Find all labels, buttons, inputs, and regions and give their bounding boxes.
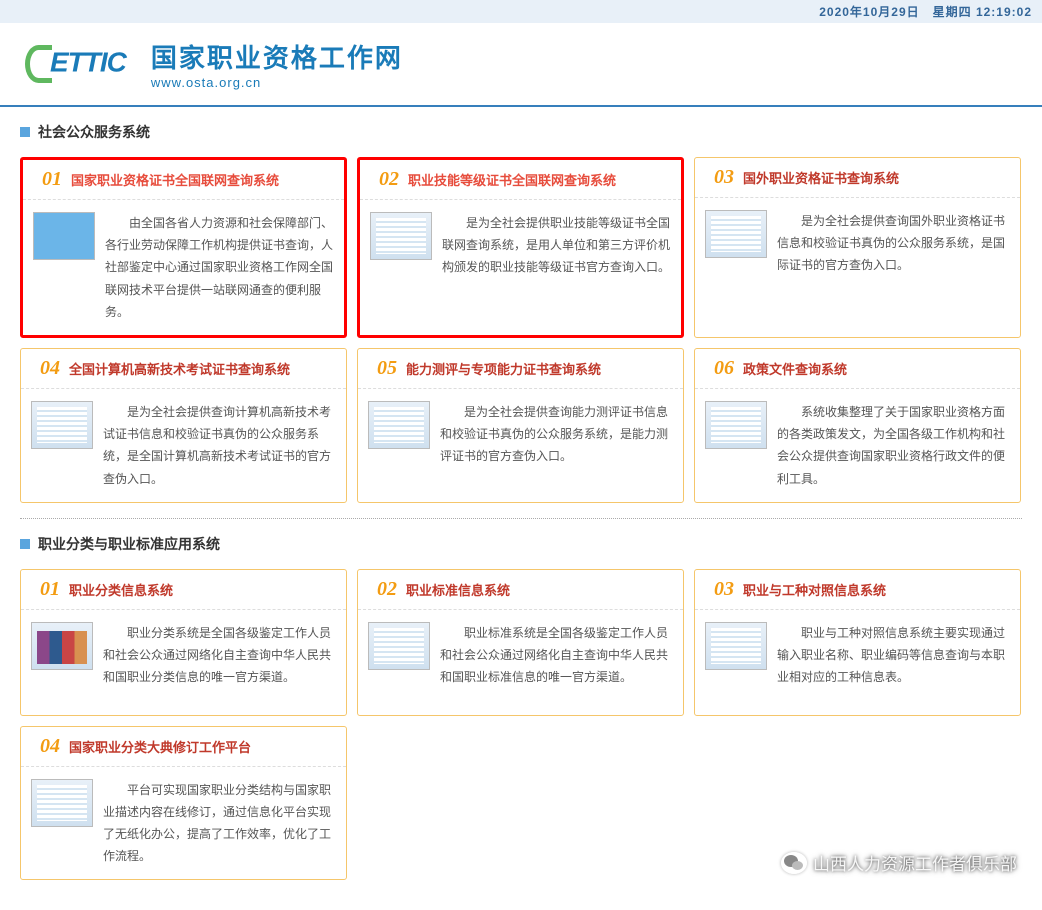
card-description: 由全国各省人力资源和社会保障部门、各行业劳动保障工作机构提供证书查询，人社部鉴定… (105, 212, 334, 323)
card-description: 是为全社会提供查询国外职业资格证书信息和校验证书真伪的公众服务系统，是国际证书的… (777, 210, 1010, 291)
section-public-services: 社会公众服务系统 01国家职业资格证书全国联网查询系统由全国各省人力资源和社会保… (20, 122, 1022, 503)
card-title[interactable]: 职业与工种对照信息系统 (743, 580, 1010, 599)
card-title[interactable]: 国外职业资格证书查询系统 (743, 168, 1010, 187)
card-number: 02 (370, 168, 408, 191)
card-thumbnail (705, 401, 767, 449)
section-title-2: 职业分类与职业标准应用系统 (20, 534, 1022, 559)
card-body: 职业分类系统是全国各级鉴定工作人员和社会公众通过网络化自主查询中华人民共和国职业… (21, 610, 346, 715)
watermark: 山西人力资源工作者俱乐部 (781, 850, 1017, 875)
card-title[interactable]: 能力测评与专项能力证书查询系统 (406, 359, 673, 378)
card-body: 是为全社会提供查询能力测评证书信息和校验证书真伪的公众服务系统，是能力测评证书的… (358, 389, 683, 494)
watermark-text: 山西人力资源工作者俱乐部 (813, 850, 1017, 875)
card-header: 04国家职业分类大典修订工作平台 (21, 727, 346, 767)
card-number: 02 (368, 578, 406, 601)
card-thumbnail (33, 212, 95, 260)
card-thumbnail (31, 401, 93, 449)
card-header: 06政策文件查询系统 (695, 349, 1020, 389)
card-title[interactable]: 政策文件查询系统 (743, 359, 1010, 378)
card-thumbnail (368, 401, 430, 449)
service-card[interactable]: 04国家职业分类大典修订工作平台平台可实现国家职业分类结构与国家职业描述内容在线… (20, 726, 347, 881)
section-title-1: 社会公众服务系统 (20, 122, 1022, 147)
card-header: 05能力测评与专项能力证书查询系统 (358, 349, 683, 389)
card-header: 01国家职业资格证书全国联网查询系统 (23, 160, 344, 200)
card-thumbnail (705, 622, 767, 670)
card-thumbnail (31, 622, 93, 670)
card-description: 是为全社会提供职业技能等级证书全国联网查询系统，是用人单位和第三方评价机构颁发的… (442, 212, 671, 293)
section-title-text: 社会公众服务系统 (38, 122, 150, 142)
card-header: 02职业标准信息系统 (358, 570, 683, 610)
card-description: 职业标准系统是全国各级鉴定工作人员和社会公众通过网络化自主查询中华人民共和国职业… (440, 622, 673, 703)
card-title[interactable]: 国家职业分类大典修订工作平台 (69, 737, 336, 756)
site-subtitle: www.osta.org.cn (151, 75, 403, 90)
service-card[interactable]: 03职业与工种对照信息系统职业与工种对照信息系统主要实现通过输入职业名称、职业编… (694, 569, 1021, 716)
card-header: 02职业技能等级证书全国联网查询系统 (360, 160, 681, 200)
card-thumbnail (370, 212, 432, 260)
card-number: 03 (705, 578, 743, 601)
card-number: 04 (31, 735, 69, 758)
service-card[interactable]: 02职业标准信息系统职业标准系统是全国各级鉴定工作人员和社会公众通过网络化自主查… (357, 569, 684, 716)
card-body: 职业与工种对照信息系统主要实现通过输入职业名称、职业编码等信息查询与本职业相对应… (695, 610, 1020, 715)
card-number: 01 (33, 168, 71, 191)
card-body: 是为全社会提供查询计算机高新技术考试证书信息和校验证书真伪的公众服务系统，是全国… (21, 389, 346, 502)
service-card[interactable]: 04全国计算机高新技术考试证书查询系统是为全社会提供查询计算机高新技术考试证书信… (20, 348, 347, 503)
card-title[interactable]: 国家职业资格证书全国联网查询系统 (71, 170, 334, 189)
card-description: 系统收集整理了关于国家职业资格方面的各类政策发文，为全国各级工作机构和社会公众提… (777, 401, 1010, 490)
card-header: 01职业分类信息系统 (21, 570, 346, 610)
card-thumbnail (368, 622, 430, 670)
card-header: 04全国计算机高新技术考试证书查询系统 (21, 349, 346, 389)
service-card[interactable]: 02职业技能等级证书全国联网查询系统是为全社会提供职业技能等级证书全国联网查询系… (357, 157, 684, 338)
card-description: 是为全社会提供查询计算机高新技术考试证书信息和校验证书真伪的公众服务系统，是全国… (103, 401, 336, 490)
card-description: 职业分类系统是全国各级鉴定工作人员和社会公众通过网络化自主查询中华人民共和国职业… (103, 622, 336, 703)
card-title[interactable]: 全国计算机高新技术考试证书查询系统 (69, 359, 336, 378)
card-description: 职业与工种对照信息系统主要实现通过输入职业名称、职业编码等信息查询与本职业相对应… (777, 622, 1010, 703)
bullet-icon (20, 127, 30, 137)
card-header: 03职业与工种对照信息系统 (695, 570, 1020, 610)
card-number: 05 (368, 357, 406, 380)
card-number: 01 (31, 578, 69, 601)
site-title-block: 国家职业资格工作网 www.osta.org.cn (151, 38, 403, 90)
service-card[interactable]: 01国家职业资格证书全国联网查询系统由全国各省人力资源和社会保障部门、各行业劳动… (20, 157, 347, 338)
card-thumbnail (705, 210, 767, 258)
section-classification: 职业分类与职业标准应用系统 01职业分类信息系统职业分类系统是全国各级鉴定工作人… (20, 534, 1022, 881)
card-number: 03 (705, 166, 743, 189)
card-number: 04 (31, 357, 69, 380)
card-description: 是为全社会提供查询能力测评证书信息和校验证书真伪的公众服务系统，是能力测评证书的… (440, 401, 673, 482)
card-description: 平台可实现国家职业分类结构与国家职业描述内容在线修订，通过信息化平台实现了无纸化… (103, 779, 336, 868)
logo-mark: ETTIC (25, 45, 126, 83)
card-body: 平台可实现国家职业分类结构与国家职业描述内容在线修订，通过信息化平台实现了无纸化… (21, 767, 346, 880)
card-number: 06 (705, 357, 743, 380)
service-card[interactable]: 06政策文件查询系统系统收集整理了关于国家职业资格方面的各类政策发文，为全国各级… (694, 348, 1021, 503)
section-title-text: 职业分类与职业标准应用系统 (38, 534, 220, 554)
bullet-icon (20, 539, 30, 549)
card-header: 03国外职业资格证书查询系统 (695, 158, 1020, 198)
site-title: 国家职业资格工作网 (151, 38, 403, 75)
card-body: 是为全社会提供查询国外职业资格证书信息和校验证书真伪的公众服务系统，是国际证书的… (695, 198, 1020, 303)
datetime-display: 2020年10月29日 星期四 12:19:02 (0, 0, 1042, 23)
section-divider (20, 518, 1022, 519)
card-body: 由全国各省人力资源和社会保障部门、各行业劳动保障工作机构提供证书查询，人社部鉴定… (23, 200, 344, 335)
card-title[interactable]: 职业分类信息系统 (69, 580, 336, 599)
service-card[interactable]: 01职业分类信息系统职业分类系统是全国各级鉴定工作人员和社会公众通过网络化自主查… (20, 569, 347, 716)
card-title[interactable]: 职业标准信息系统 (406, 580, 673, 599)
service-card[interactable]: 05能力测评与专项能力证书查询系统是为全社会提供查询能力测评证书信息和校验证书真… (357, 348, 684, 503)
card-body: 职业标准系统是全国各级鉴定工作人员和社会公众通过网络化自主查询中华人民共和国职业… (358, 610, 683, 715)
card-body: 系统收集整理了关于国家职业资格方面的各类政策发文，为全国各级工作机构和社会公众提… (695, 389, 1020, 502)
card-body: 是为全社会提供职业技能等级证书全国联网查询系统，是用人单位和第三方评价机构颁发的… (360, 200, 681, 305)
card-title[interactable]: 职业技能等级证书全国联网查询系统 (408, 170, 671, 189)
wechat-icon (781, 852, 807, 874)
service-card[interactable]: 03国外职业资格证书查询系统是为全社会提供查询国外职业资格证书信息和校验证书真伪… (694, 157, 1021, 338)
page-header: ETTIC 国家职业资格工作网 www.osta.org.cn (0, 23, 1042, 107)
card-thumbnail (31, 779, 93, 827)
